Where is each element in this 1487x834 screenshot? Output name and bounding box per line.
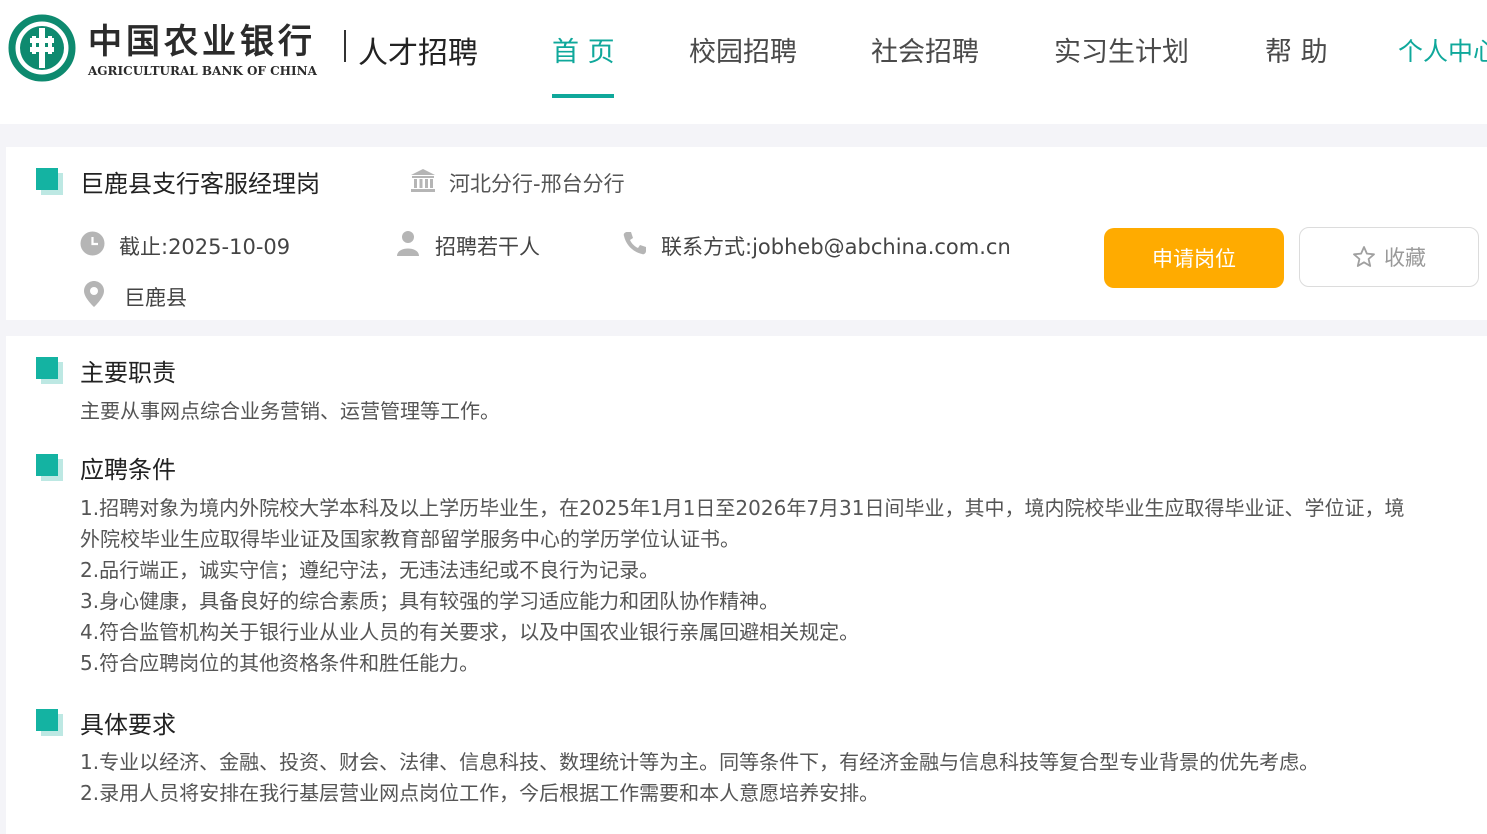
apply-button[interactable]: 申请岗位: [1104, 228, 1284, 288]
nav-active-indicator: [552, 94, 614, 98]
phone-icon: [623, 232, 646, 255]
section-marker-icon: [36, 709, 58, 731]
nav-home[interactable]: 首 页: [552, 30, 615, 69]
specific-requirements-list: 1.专业以经济、金融、投资、财会、法律、信息科技、数理统计等为主。同等条件下，有…: [80, 747, 1470, 809]
header-divider: [344, 30, 346, 62]
job-deadline: 截止:2025-10-09: [119, 235, 291, 259]
bank-name-cn: 中国农业银行: [88, 22, 316, 62]
job-contact: 联系方式:jobheb@abchina.com.cn: [661, 235, 1011, 259]
requirement-item: 5.符合应聘岗位的其他资格条件和胜任能力。: [80, 651, 480, 675]
bank-building-icon: [411, 169, 435, 192]
duties-title: 主要职责: [80, 359, 176, 387]
site-name: 人才招聘: [358, 36, 478, 71]
section-marker-icon: [36, 454, 58, 476]
requirements-title: 应聘条件: [80, 456, 176, 484]
location-pin-icon: [84, 281, 104, 307]
requirement-item: 4.符合监管机构关于银行业从业人员的有关要求，以及中国农业银行亲属回避相关规定。: [80, 620, 860, 644]
nav-campus-recruitment[interactable]: 校园招聘: [689, 30, 797, 69]
requirement-item: 外院校毕业生应取得毕业证及国家教育部留学服务中心的学历学位认证书。: [80, 527, 740, 551]
favorite-button-label: 收藏: [1384, 246, 1426, 270]
favorite-button[interactable]: 收藏: [1299, 227, 1479, 287]
nav-personal-center[interactable]: 个人中心: [1398, 32, 1487, 68]
job-branch: 河北分行-邢台分行: [449, 172, 625, 196]
specific-requirement-item: 1.专业以经济、金融、投资、财会、法律、信息科技、数理统计等为主。同等条件下，有…: [80, 750, 1320, 774]
clock-icon: [80, 231, 105, 256]
abc-bank-logo-icon[interactable]: [8, 14, 76, 82]
nav-help[interactable]: 帮 助: [1265, 30, 1328, 69]
requirement-item: 1.招聘对象为境内外院校大学本科及以上学历毕业生，在2025年1月1日至2026…: [80, 496, 1405, 520]
section-marker-icon: [36, 357, 58, 379]
bank-name-en: AGRICULTURAL BANK OF CHINA: [88, 64, 317, 78]
specific-requirement-item: 2.录用人员将安排在我行基层营业网点岗位工作，今后根据工作需要和本人意愿培养安排…: [80, 781, 880, 805]
requirements-list: 1.招聘对象为境内外院校大学本科及以上学历毕业生，在2025年1月1日至2026…: [80, 493, 1470, 679]
person-icon: [397, 231, 419, 256]
site-header: 中国农业银行 AGRICULTURAL BANK OF CHINA 人才招聘 首…: [0, 0, 1487, 124]
title-marker-icon: [36, 168, 58, 190]
job-title: 巨鹿县支行客服经理岗: [80, 170, 320, 198]
duties-text: 主要从事网点综合业务营销、运营管理等工作。: [80, 399, 500, 423]
requirement-item: 3.身心健康，具备良好的综合素质；具有较强的学习适应能力和团队协作精神。: [80, 589, 780, 613]
star-icon: [1353, 246, 1375, 267]
specific-requirements-title: 具体要求: [80, 711, 176, 739]
apply-button-label: 申请岗位: [1152, 247, 1236, 271]
job-location: 巨鹿县: [124, 286, 187, 310]
job-headcount: 招聘若干人: [435, 235, 540, 259]
nav-social-recruitment[interactable]: 社会招聘: [871, 30, 979, 69]
nav-internship-program[interactable]: 实习生计划: [1054, 30, 1189, 69]
requirement-item: 2.品行端正，诚实守信；遵纪守法，无违法违纪或不良行为记录。: [80, 558, 660, 582]
